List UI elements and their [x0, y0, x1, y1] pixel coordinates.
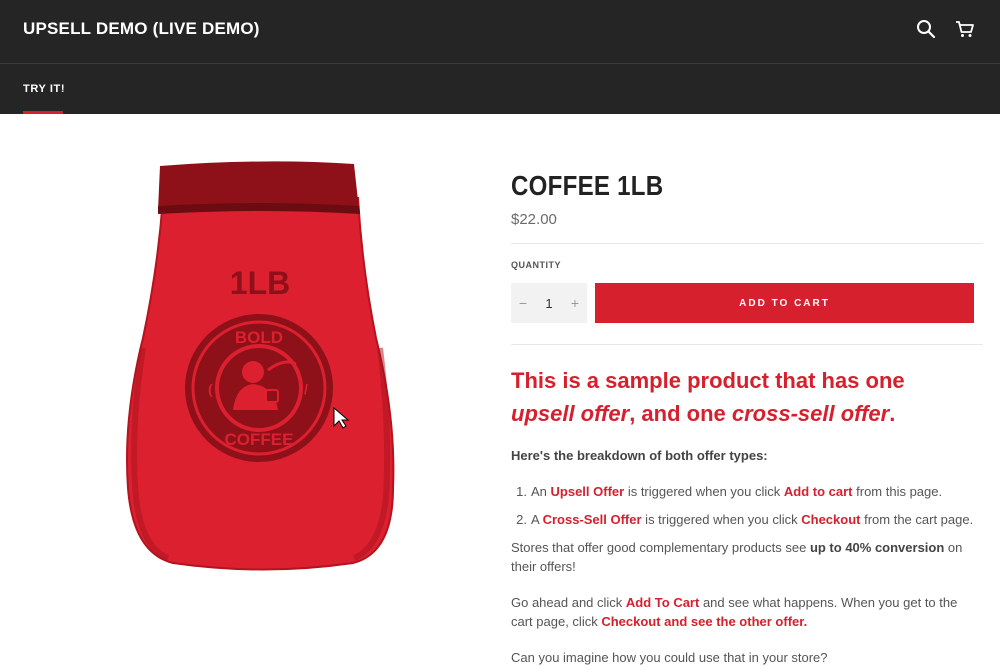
promo-text: , and one: [629, 401, 732, 426]
promo-upsell: upsell offer: [511, 401, 630, 426]
add-to-cart-label: Add to cart: [783, 484, 853, 499]
stores-paragraph: Stores that offer good complementary pro…: [511, 540, 963, 574]
add-to-cart-link-text: Add To Cart: [625, 595, 700, 610]
cart-icon[interactable]: [954, 18, 976, 40]
imagine-paragraph: Can you imagine how you could use that i…: [511, 650, 828, 665]
quantity-increase-button[interactable]: +: [563, 295, 587, 311]
divider: [511, 344, 983, 345]
bag-brand-bottom: COFFEE: [225, 430, 294, 449]
product-title: COFFEE 1LB: [511, 170, 664, 201]
quantity-input[interactable]: 1: [535, 296, 563, 311]
promo-cross-sell: cross-sell offer: [731, 401, 890, 426]
add-to-cart-button[interactable]: ADD TO CART: [595, 283, 974, 323]
site-header: UPSELL DEMO (LIVE DEMO): [0, 0, 1000, 64]
cross-sell-offer-label: Cross-Sell Offer: [542, 512, 642, 527]
nav-item-try-it[interactable]: TRY IT!: [23, 83, 65, 95]
site-title[interactable]: UPSELL DEMO (LIVE DEMO): [23, 19, 260, 39]
search-icon[interactable]: [915, 18, 937, 40]
svg-text:/: /: [304, 381, 308, 397]
main-nav: TRY IT!: [0, 64, 1000, 114]
promo-heading: This is a sample product that has one ups…: [511, 364, 981, 430]
go-ahead-paragraph: Go ahead and click Add To Cart and see w…: [511, 595, 958, 629]
list-item: 2. A Cross-Sell Offer is triggered when y…: [516, 512, 974, 527]
nav-active-indicator: [23, 111, 63, 114]
upsell-offer-label: Upsell Offer: [550, 484, 625, 499]
bag-weight-label: 1LB: [230, 265, 290, 301]
bag-brand-top: BOLD: [235, 328, 283, 347]
promo-text: This is a sample product that has one: [511, 368, 905, 393]
quantity-stepper: − 1 +: [511, 283, 587, 323]
checkout-label: Checkout: [801, 512, 861, 527]
divider: [511, 243, 983, 244]
product-price: $22.00: [511, 211, 557, 228]
list-item: 1. An Upsell Offer is triggered when you …: [516, 484, 943, 499]
quantity-label: QUANTITY: [511, 260, 561, 270]
promo-text: .: [889, 401, 896, 426]
product-image-coffee-bag[interactable]: 1LB BOLD COFFEE ( /: [118, 158, 408, 573]
checkout-link-text: Checkout and see the other offer.: [601, 614, 808, 629]
quantity-decrease-button[interactable]: −: [511, 295, 535, 311]
svg-text:(: (: [208, 381, 213, 397]
breakdown-heading: Here's the breakdown of both offer types…: [511, 448, 768, 463]
